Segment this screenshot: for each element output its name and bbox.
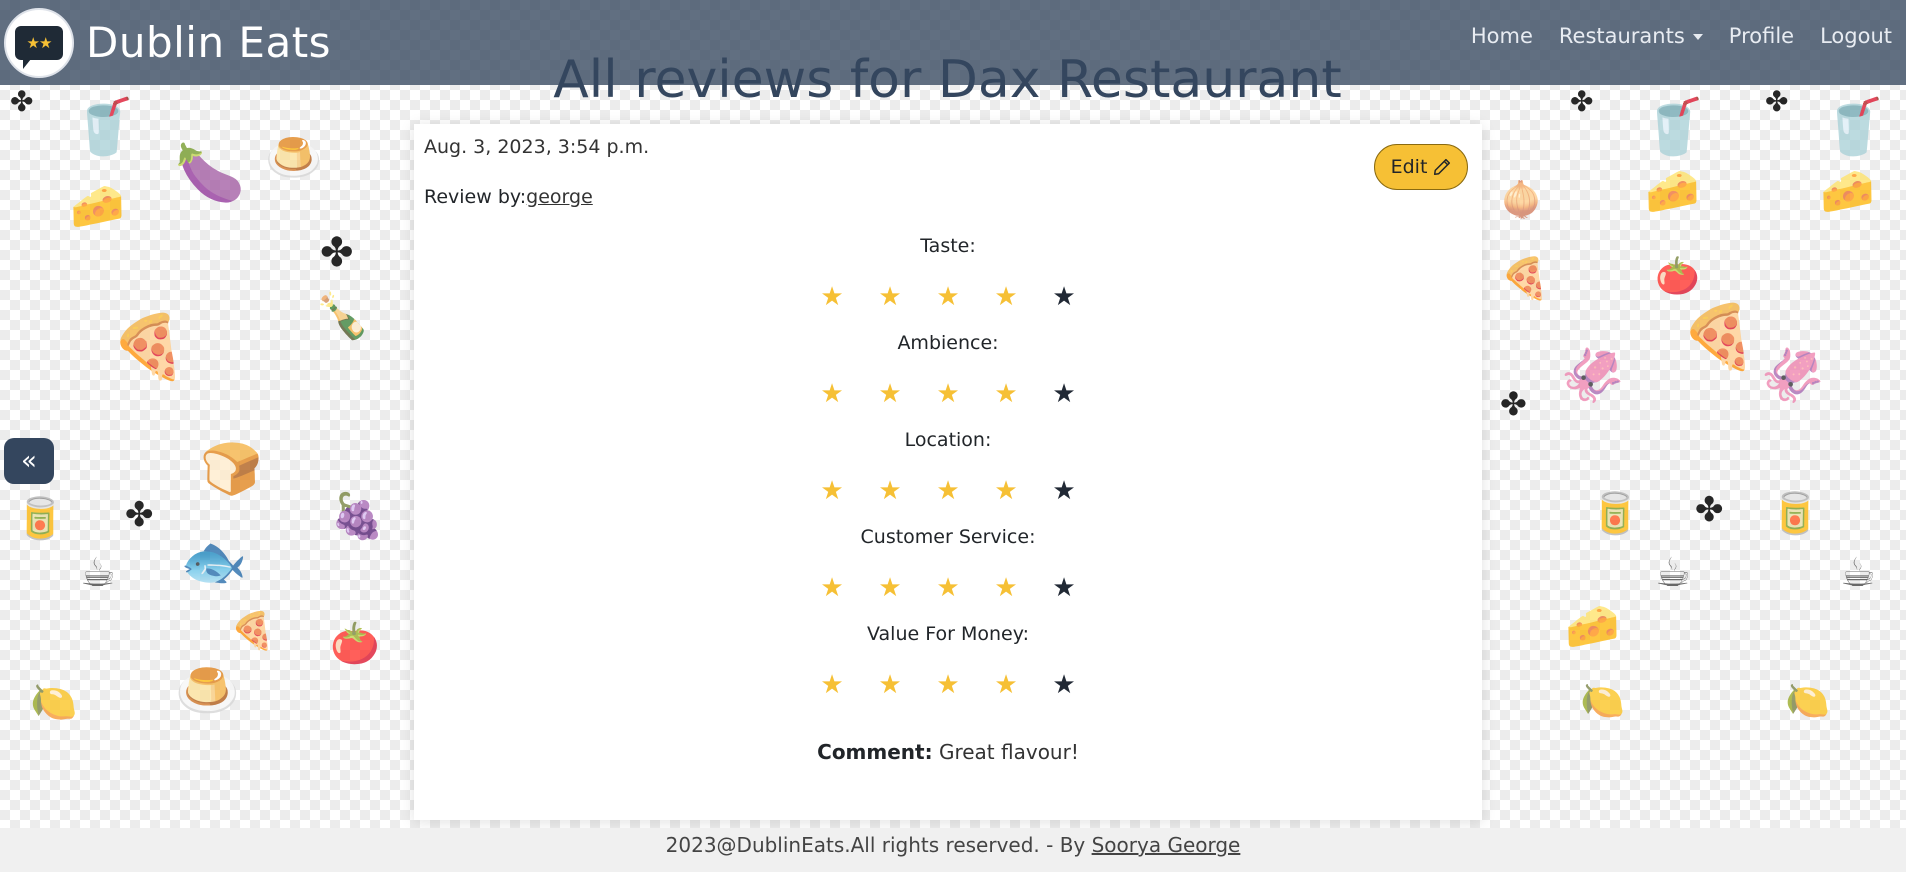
bread-doodle-icon: 🍞 (200, 440, 263, 498)
star-empty-icon: ★ (1052, 476, 1076, 506)
rating-row: Location: ★ ★ ★ ★ ★ (414, 428, 1482, 525)
rating-row: Value For Money: ★ ★ ★ ★ ★ (414, 622, 1482, 719)
rating-row: Ambience: ★ ★ ★ ★ ★ (414, 331, 1482, 428)
squid-doodle-icon: 🦑 (1760, 346, 1825, 406)
nav-home-link[interactable]: Home (1471, 24, 1533, 48)
cup-doodle-icon: ☕ (1840, 550, 1876, 596)
rating-row: Customer Service: ★ ★ ★ ★ ★ (414, 525, 1482, 622)
double-chevron-left-icon: « (21, 446, 37, 476)
review-date: Aug. 3, 2023, 3:54 p.m. (424, 136, 650, 158)
olive-can-doodle-icon: 🥫 (1590, 491, 1640, 537)
rating-row: Taste: ★ ★ ★ ★ ★ (414, 234, 1482, 331)
nav-profile-link[interactable]: Profile (1729, 24, 1794, 48)
review-card: Aug. 3, 2023, 3:54 p.m. Review by:george… (414, 124, 1482, 820)
star-filled-icon: ★ (936, 476, 960, 506)
nav-restaurants-dropdown[interactable]: Restaurants (1559, 24, 1703, 48)
onion-doodle-icon: 🧅 (1500, 180, 1543, 220)
star-filled-icon: ★ (820, 379, 844, 409)
fish-doodle-icon: 🐟 (180, 530, 248, 593)
puzzle-doodle-icon: ✤ (1500, 385, 1527, 423)
cheese-doodle-icon: 🧀 (1645, 166, 1700, 217)
star-rating: ★ ★ ★ ★ ★ (414, 476, 1482, 506)
edit-button-label: Edit (1390, 156, 1428, 178)
star-filled-icon: ★ (820, 573, 844, 603)
tomato-doodle-icon: 🍅 (330, 621, 380, 667)
pudding-doodle-icon: 🍮 (265, 130, 323, 184)
olive-can-doodle-icon: 🥫 (1770, 491, 1820, 537)
star-filled-icon: ★ (994, 379, 1018, 409)
star-filled-icon: ★ (936, 573, 960, 603)
review-author-link[interactable]: george (526, 186, 593, 208)
star-rating: ★ ★ ★ ★ ★ (414, 379, 1482, 409)
star-filled-icon: ★ (878, 282, 902, 312)
tomato-doodle-icon: 🍅 (1655, 256, 1700, 297)
star-rating: ★ ★ ★ ★ ★ (414, 573, 1482, 603)
star-filled-icon: ★ (878, 379, 902, 409)
lemon-doodle-icon: 🍋 (30, 680, 78, 724)
star-filled-icon: ★ (820, 670, 844, 700)
star-filled-icon: ★ (994, 670, 1018, 700)
comment-label: Comment: (817, 740, 933, 764)
star-filled-icon: ★ (820, 282, 844, 312)
page-footer: 2023@DublinEats.All rights reserved. - B… (0, 828, 1906, 872)
review-comment: Comment: Great flavour! (414, 740, 1482, 764)
bottle-doodle-icon: 🍾 (315, 291, 370, 342)
ratings-list: Taste: ★ ★ ★ ★ ★ Ambience: ★ ★ ★ ★ ★ Location: ★ ★ ★ ★ ★ C… (414, 234, 1482, 719)
puzzle-doodle-icon: ✤ (1695, 490, 1724, 530)
cheese-wheel-doodle-icon: 🧀 (1565, 601, 1620, 652)
puzzle-doodle-icon: ✤ (125, 495, 154, 535)
star-filled-icon: ★ (936, 670, 960, 700)
star-filled-icon: ★ (994, 476, 1018, 506)
olive-can-doodle-icon: 🥫 (15, 496, 65, 542)
star-filled-icon: ★ (994, 282, 1018, 312)
pizza-slice-doodle-icon: 🍕 (1500, 256, 1550, 302)
cup-doodle-icon: ☕ (1655, 550, 1691, 596)
footer-copyright: 2023@DublinEats.All rights reserved. - B… (665, 833, 1086, 857)
star-filled-icon: ★ (878, 476, 902, 506)
squid-doodle-icon: 🦑 (1560, 346, 1625, 406)
star-filled-icon: ★ (994, 573, 1018, 603)
eggplant-doodle-icon: 🍆 (175, 141, 245, 206)
star-empty-icon: ★ (1052, 573, 1076, 603)
pencil-icon (1434, 158, 1451, 176)
star-empty-icon: ★ (1052, 379, 1076, 409)
puzzle-doodle-icon: ✤ (320, 230, 354, 276)
rating-label: Location: (904, 429, 992, 451)
star-filled-icon: ★ (936, 282, 960, 312)
footer-author-link[interactable]: Soorya George (1092, 833, 1241, 857)
caret-down-icon (1692, 34, 1703, 40)
star-rating: ★ ★ ★ ★ ★ (414, 670, 1482, 700)
nav-links: Home Restaurants Profile Logout (1471, 24, 1892, 48)
rating-label: Customer Service: (860, 526, 1036, 548)
cup-doodle-icon: ☕ (80, 550, 116, 596)
star-filled-icon: ★ (878, 670, 902, 700)
comment-text: Great flavour! (938, 740, 1079, 764)
cheese-doodle-icon: 🧀 (1820, 166, 1875, 217)
pizza-slice-doodle-icon: 🍕 (230, 611, 275, 652)
star-empty-icon: ★ (1052, 670, 1076, 700)
sidebar-toggle-button[interactable]: « (4, 438, 54, 484)
star-empty-icon: ★ (1052, 282, 1076, 312)
edit-review-button[interactable]: Edit (1374, 144, 1468, 190)
page-title: All reviews for Dax Restaurant (553, 50, 1342, 110)
review-by-label: Review by: (424, 186, 527, 208)
nav-restaurants-label: Restaurants (1558, 24, 1685, 48)
star-filled-icon: ★ (820, 476, 844, 506)
rating-label: Value For Money: (867, 623, 1029, 645)
review-author-line: Review by:george (424, 186, 593, 208)
pizza-doodle-icon: 🍕 (110, 310, 188, 383)
pizza-doodle-icon: 🍕 (1680, 300, 1758, 373)
pudding-doodle-icon: 🍮 (175, 661, 240, 721)
star-rating: ★ ★ ★ ★ ★ (414, 282, 1482, 312)
star-filled-icon: ★ (936, 379, 960, 409)
lemon-doodle-icon: 🍋 (1580, 681, 1625, 722)
rating-label: Ambience: (897, 332, 999, 354)
star-filled-icon: ★ (878, 573, 902, 603)
nav-logout-link[interactable]: Logout (1820, 24, 1892, 48)
lemon-doodle-icon: 🍋 (1785, 681, 1830, 722)
grapes-doodle-icon: 🍇 (330, 491, 385, 542)
cheese-doodle-icon: 🧀 (70, 181, 125, 232)
rating-label: Taste: (920, 235, 976, 257)
